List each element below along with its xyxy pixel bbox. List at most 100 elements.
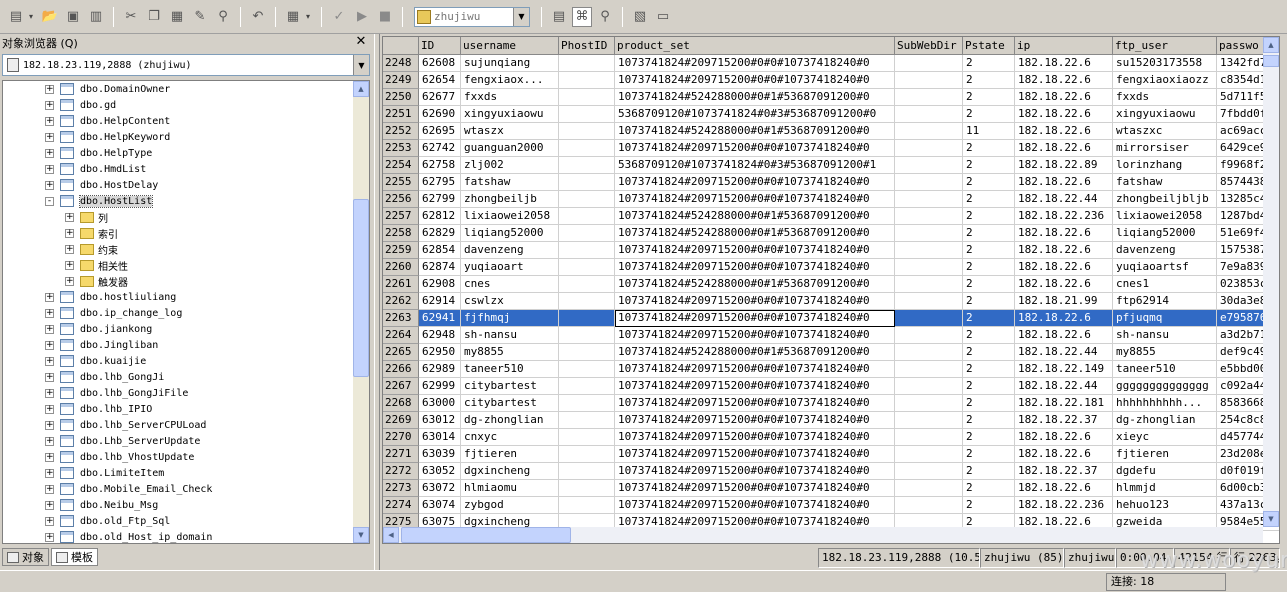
table-cell[interactable]: 182.18.22.6 xyxy=(1015,276,1113,293)
table-cell[interactable]: 1073741824#524288000#0#1#53687091200#0 xyxy=(615,208,895,225)
row-number[interactable]: 2258 xyxy=(383,225,419,242)
table-cell[interactable]: 182.18.22.37 xyxy=(1015,463,1113,480)
table-cell[interactable]: 2 xyxy=(963,242,1015,259)
table-cell[interactable]: 2 xyxy=(963,276,1015,293)
table-cell[interactable]: citybartest xyxy=(461,378,559,395)
scroll-up-icon[interactable]: ▲ xyxy=(1263,37,1279,53)
scroll-up-icon[interactable]: ▲ xyxy=(353,81,369,97)
table-cell[interactable]: citybartest xyxy=(461,395,559,412)
tree-table-node[interactable]: + dbo.jiankong xyxy=(45,321,152,337)
table-cell[interactable]: xieyc xyxy=(1113,429,1217,446)
expand-icon[interactable]: + xyxy=(45,452,54,462)
table-cell[interactable]: xingyuxiaowu xyxy=(1113,106,1217,123)
row-number[interactable]: 2264 xyxy=(383,327,419,344)
scroll-down-icon[interactable]: ▼ xyxy=(353,527,369,543)
table-cell[interactable]: 182.18.22.6 xyxy=(1015,446,1113,463)
table-cell[interactable]: sh-nansu xyxy=(461,327,559,344)
table-cell[interactable]: 2 xyxy=(963,208,1015,225)
table-cell[interactable]: 1073741824#209715200#0#0#10737418240#0 xyxy=(615,480,895,497)
table-cell[interactable]: 182.18.22.6 xyxy=(1015,55,1113,72)
table-cell[interactable]: fengxiaoxiaozz xyxy=(1113,72,1217,89)
grid-horizontal-scrollbar[interactable]: ◀ xyxy=(383,527,1263,543)
table-cell[interactable]: 62874 xyxy=(419,259,461,276)
scroll-thumb[interactable] xyxy=(1263,55,1279,67)
server-select[interactable]: 182.18.23.119,2888 (zhujiwu) ▼ xyxy=(2,54,370,76)
table-cell[interactable]: 182.18.22.6 xyxy=(1015,259,1113,276)
table-cell[interactable] xyxy=(895,395,963,412)
table-cell[interactable]: 1073741824#209715200#0#0#10737418240#0 xyxy=(615,395,895,412)
table-cell[interactable]: 1073741824#209715200#0#0#10737418240#0 xyxy=(615,327,895,344)
table-row[interactable]: 2248 62608 sujunqiang 1073741824#209715200#… xyxy=(383,55,1279,72)
table-cell[interactable]: 62908 xyxy=(419,276,461,293)
table-cell[interactable]: hhhhhhhhhh... xyxy=(1113,395,1217,412)
check-icon[interactable]: ✓ xyxy=(329,7,349,27)
table-row[interactable]: 2272 63052 dgxincheng 1073741824#209715200#… xyxy=(383,463,1279,480)
table-cell[interactable] xyxy=(559,361,615,378)
row-number[interactable]: 2259 xyxy=(383,242,419,259)
table-cell[interactable] xyxy=(895,225,963,242)
table-cell[interactable]: 2 xyxy=(963,225,1015,242)
table-cell[interactable]: 62999 xyxy=(419,378,461,395)
properties-icon[interactable]: ▧ xyxy=(630,7,650,27)
table-cell[interactable] xyxy=(559,293,615,310)
table-cell[interactable]: 63072 xyxy=(419,480,461,497)
row-number[interactable]: 2250 xyxy=(383,89,419,106)
table-cell[interactable] xyxy=(559,191,615,208)
table-row[interactable]: 2257 62812 lixiaowei2058 1073741824#5242880… xyxy=(383,208,1279,225)
table-cell[interactable]: gggggggggggggg xyxy=(1113,378,1217,395)
tree-folder-node[interactable]: + 约束 xyxy=(65,241,118,257)
table-cell[interactable]: fxxds xyxy=(1113,89,1217,106)
table-cell[interactable] xyxy=(895,89,963,106)
table-row[interactable]: 2254 62758 zlj002 5368709120#1073741824#0#3… xyxy=(383,157,1279,174)
table-cell[interactable] xyxy=(895,55,963,72)
table-row[interactable]: 2263 62941 fjfhmqj 1073741824#209715200#0#0… xyxy=(383,310,1279,327)
table-cell[interactable]: 182.18.22.6 xyxy=(1015,310,1113,327)
expand-icon[interactable]: + xyxy=(65,260,74,270)
expand-icon[interactable]: + xyxy=(45,404,54,414)
grid-dropdown-icon[interactable]: ▾ xyxy=(306,12,314,21)
table-row[interactable]: 2264 62948 sh-nansu 1073741824#209715200#0#… xyxy=(383,327,1279,344)
table-cell[interactable]: 182.18.22.236 xyxy=(1015,497,1113,514)
table-cell[interactable]: 1073741824#524288000#0#1#53687091200#0 xyxy=(615,276,895,293)
table-cell[interactable]: dgdefu xyxy=(1113,463,1217,480)
scroll-thumb[interactable] xyxy=(353,199,369,377)
tree-folder-node[interactable]: + 相关性 xyxy=(65,257,128,273)
tree-table-node[interactable]: + dbo.Lhb_ServerUpdate xyxy=(45,433,200,449)
table-cell[interactable]: 2 xyxy=(963,429,1015,446)
table-cell[interactable]: 63000 xyxy=(419,395,461,412)
row-number[interactable]: 2266 xyxy=(383,361,419,378)
expand-icon[interactable]: + xyxy=(45,532,54,542)
expand-icon[interactable]: + xyxy=(45,84,54,94)
table-row[interactable]: 2258 62829 liqiang52000 1073741824#52428800… xyxy=(383,225,1279,242)
table-row[interactable]: 2253 62742 guanguan2000 1073741824#20971520… xyxy=(383,140,1279,157)
table-cell[interactable]: fjfhmqj xyxy=(461,310,559,327)
save-all-icon[interactable]: ▥ xyxy=(86,7,106,27)
close-icon[interactable]: ✕ xyxy=(354,35,368,49)
row-number[interactable]: 2268 xyxy=(383,395,419,412)
table-cell[interactable] xyxy=(895,310,963,327)
tree-table-node[interactable]: + dbo.LimiteItem xyxy=(45,465,164,481)
expand-icon[interactable]: + xyxy=(45,436,54,446)
table-cell[interactable] xyxy=(895,174,963,191)
table-cell[interactable]: 2 xyxy=(963,89,1015,106)
expand-icon[interactable]: + xyxy=(45,180,54,190)
table-cell[interactable]: pfjuqmq xyxy=(1113,310,1217,327)
table-cell[interactable]: 2 xyxy=(963,106,1015,123)
table-cell[interactable]: 182.18.22.181 xyxy=(1015,395,1113,412)
column-header[interactable]: ip xyxy=(1015,37,1113,55)
table-cell[interactable] xyxy=(895,208,963,225)
table-cell[interactable]: 1073741824#209715200#0#0#10737418240#0 xyxy=(615,242,895,259)
tree-table-node[interactable]: + dbo.old_Host_ip_domain xyxy=(45,529,212,543)
table-row[interactable]: 2273 63072 hlmiaomu 1073741824#209715200#0#… xyxy=(383,480,1279,497)
table-cell[interactable] xyxy=(895,276,963,293)
table-cell[interactable]: 182.18.21.99 xyxy=(1015,293,1113,310)
scroll-left-icon[interactable]: ◀ xyxy=(383,527,399,543)
tree-table-node[interactable]: + dbo.Jingliban xyxy=(45,337,158,353)
table-cell[interactable]: lorinzhang xyxy=(1113,157,1217,174)
table-cell[interactable]: 1073741824#209715200#0#0#10737418240#0 xyxy=(615,497,895,514)
table-cell[interactable]: 182.18.22.6 xyxy=(1015,89,1113,106)
open-icon[interactable]: 📂 xyxy=(40,7,60,27)
find-icon[interactable]: ⚲ xyxy=(213,7,233,27)
expand-icon[interactable]: + xyxy=(45,340,54,350)
table-cell[interactable]: zhongbeiljbljb xyxy=(1113,191,1217,208)
